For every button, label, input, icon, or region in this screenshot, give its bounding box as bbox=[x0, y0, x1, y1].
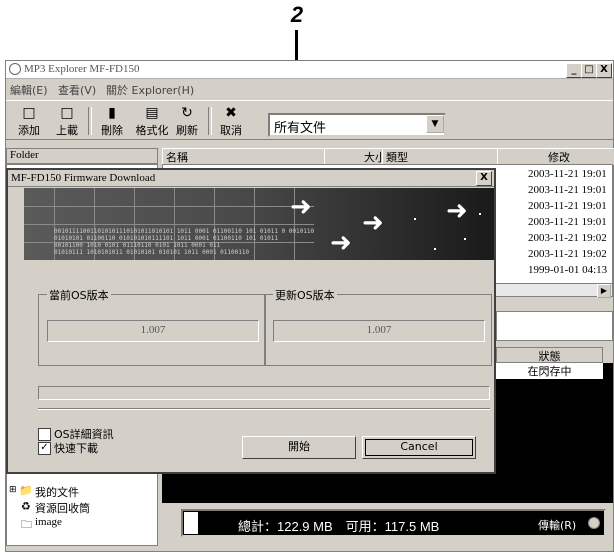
menu-bar: 編輯(E) 查看(V) 關於 Explorer(H) bbox=[6, 80, 613, 98]
file-date: 2003-11-21 19:01 bbox=[528, 216, 607, 228]
transfer-indicator-icon bbox=[588, 517, 600, 529]
arrow-right-icon: ➜ bbox=[290, 192, 312, 222]
start-button[interactable]: 開始 bbox=[242, 436, 356, 459]
banner-bits: 01010101 01100110 010101010111101 1011 0… bbox=[54, 235, 278, 242]
delete-icon: ▮ bbox=[108, 105, 116, 121]
storage-text: 總計：122.9 MB 可用：117.5 MB bbox=[238, 519, 440, 534]
folder-pane-header: Folder bbox=[6, 148, 158, 164]
maximize-button[interactable]: □ bbox=[581, 63, 597, 78]
banner-bits: 01010111 1010101011 01010101 010101 1011… bbox=[54, 249, 250, 256]
download-progress-bar bbox=[38, 386, 490, 400]
dialog-title: MF-FD150 Firmware Download bbox=[11, 172, 156, 184]
file-date: 2003-11-21 19:01 bbox=[528, 200, 607, 212]
upload-button[interactable]: □ 上載 bbox=[52, 105, 82, 139]
os-details-checkbox[interactable] bbox=[38, 428, 51, 441]
upload-icon: □ bbox=[60, 105, 74, 121]
dialog-close-button[interactable]: X bbox=[476, 171, 492, 186]
arrow-right-icon: ➜ bbox=[330, 228, 352, 258]
menu-about[interactable]: 關於 Explorer(H) bbox=[106, 82, 194, 98]
file-filter-value: 所有文件 bbox=[274, 121, 327, 136]
transfer-label[interactable]: 傳輸(R) bbox=[538, 517, 576, 533]
close-button[interactable]: X bbox=[596, 63, 612, 78]
format-label: 格式化 bbox=[135, 124, 169, 137]
cancel-icon: ✖ bbox=[225, 105, 237, 121]
arrow-right-icon: ➜ bbox=[362, 208, 384, 238]
delete-label: 刪除 bbox=[101, 124, 123, 137]
expand-icon[interactable]: ⊞ bbox=[9, 485, 17, 495]
format-button[interactable]: ▤ 格式化 bbox=[134, 105, 170, 139]
column-status[interactable]: 狀態 bbox=[496, 347, 603, 363]
recycle-bin-icon: ♻ bbox=[21, 500, 31, 513]
add-label: 添加 bbox=[18, 124, 40, 137]
banner-bits: 001011110011010101110101011010101 1011 0… bbox=[54, 228, 315, 235]
scroll-right-icon[interactable]: ▶ bbox=[597, 284, 611, 298]
tree-item-recycle-bin[interactable]: 資源回收筒 bbox=[35, 500, 90, 516]
add-file-icon: □ bbox=[22, 105, 36, 121]
status-panel bbox=[496, 311, 613, 341]
storage-bar: 總計：122.9 MB 可用：117.5 MB 傳輸(R) bbox=[181, 509, 606, 537]
tree-item-my-files[interactable]: 我的文件 bbox=[35, 484, 79, 500]
cancel-toolbar-button[interactable]: ✖ 取消 bbox=[216, 105, 246, 139]
update-os-group: 更新OS版本 1.007 bbox=[264, 287, 492, 366]
add-button[interactable]: □ 添加 bbox=[14, 105, 44, 139]
file-date: 2003-11-21 19:01 bbox=[528, 184, 607, 196]
update-os-label: 更新OS版本 bbox=[273, 287, 337, 303]
folder-icon: 🗀 bbox=[21, 518, 32, 531]
upload-label: 上載 bbox=[56, 124, 78, 137]
file-date: 2003-11-21 19:01 bbox=[528, 168, 607, 180]
file-date: 2003-11-21 19:02 bbox=[528, 232, 607, 244]
firmware-dialog: MF-FD150 Firmware Download X 00101111001… bbox=[6, 168, 496, 474]
minimize-button[interactable]: _ bbox=[566, 63, 582, 78]
callout-number: 2 bbox=[290, 2, 304, 27]
toolbar-separator bbox=[208, 107, 212, 135]
queue-status-cell: 在閃存中 bbox=[496, 363, 603, 379]
refresh-icon: ↻ bbox=[181, 105, 193, 121]
refresh-button[interactable]: ↻ 刷新 bbox=[172, 105, 202, 139]
cancel-label: 取消 bbox=[220, 124, 242, 137]
format-icon: ▤ bbox=[145, 105, 159, 121]
refresh-label: 刷新 bbox=[176, 124, 198, 137]
file-filter-select[interactable]: 所有文件 ▼ bbox=[268, 113, 446, 137]
fast-download-label: 快速下載 bbox=[54, 442, 98, 455]
menu-edit[interactable]: 編輯(E) bbox=[10, 82, 48, 98]
banner-bits: 00101100 1010 0101 01110110 0101 1011 00… bbox=[54, 242, 221, 249]
app-icon bbox=[9, 63, 21, 75]
title-bar[interactable]: MP3 Explorer MF-FD150 _ □ X bbox=[6, 61, 613, 79]
arrow-right-icon: ➜ bbox=[446, 196, 468, 226]
toolbar-separator bbox=[88, 107, 92, 135]
chevron-down-icon[interactable]: ▼ bbox=[426, 115, 444, 133]
current-os-version: 1.007 bbox=[47, 320, 259, 342]
update-os-version: 1.007 bbox=[273, 320, 485, 342]
cancel-button[interactable]: Cancel bbox=[362, 436, 476, 459]
folder-icon: 📁 bbox=[19, 484, 33, 497]
storage-usage-fill bbox=[184, 512, 198, 534]
file-date: 1999-01-01 04:13 bbox=[528, 264, 608, 276]
current-os-label: 當前OS版本 bbox=[47, 287, 111, 303]
fast-download-checkbox[interactable]: ✓ bbox=[38, 442, 51, 455]
tree-item-image[interactable]: image bbox=[35, 516, 62, 528]
dialog-title-bar[interactable]: MF-FD150 Firmware Download X bbox=[8, 170, 494, 187]
delete-button[interactable]: ▮ 刪除 bbox=[97, 105, 127, 139]
file-list-header: 名稱 大小 類型 修改 bbox=[162, 148, 614, 166]
menu-view[interactable]: 查看(V) bbox=[58, 82, 96, 98]
current-os-group: 當前OS版本 1.007 bbox=[38, 287, 266, 366]
dialog-separator bbox=[38, 408, 490, 410]
firmware-banner: 001011110011010101110101011010101 1011 0… bbox=[24, 188, 494, 260]
file-date: 2003-11-21 19:02 bbox=[528, 248, 607, 260]
window-title: MP3 Explorer MF-FD150 bbox=[24, 63, 140, 75]
